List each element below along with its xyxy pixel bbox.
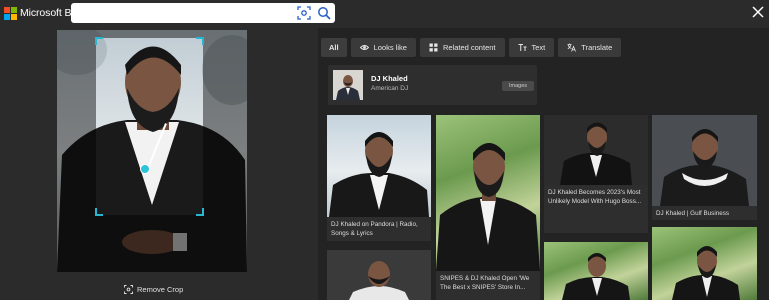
tab-label: Text [531,43,546,52]
search-icon[interactable] [317,6,331,20]
result-thumbnail [327,250,431,300]
entity-card[interactable]: DJ Khaled American DJ Images [328,65,537,105]
entity-name[interactable]: DJ Khaled [371,74,408,83]
object-hotspot-dot[interactable] [140,164,150,174]
result-thumbnail [327,115,431,217]
tab-text[interactable]: Text [508,38,555,57]
crop-mask-right [203,30,247,272]
result-caption[interactable]: DJ Khaled | Gulf Business [656,209,755,218]
query-image [57,30,247,272]
result-card[interactable] [544,242,648,300]
tab-label: Translate [581,43,613,52]
result-thumbnail [652,227,757,300]
result-card[interactable] [652,227,757,300]
result-card[interactable]: DJ Khaled on Pandora | Radio, Songs & Ly… [327,115,431,241]
entity-thumbnail [333,70,363,100]
results-pane: All Looks like Related content Text Tran… [318,28,769,300]
crop-handle-bottom-right[interactable] [196,208,204,216]
search-box[interactable] [71,3,335,23]
tab-label: Looks like [373,43,407,52]
crop-handle-top-left[interactable] [95,37,103,45]
tab-looks-like[interactable]: Looks like [350,38,416,57]
tab-all[interactable]: All [321,38,347,57]
grid-icon [429,43,438,52]
result-card[interactable]: DJ Khaled | Gulf Business [652,115,757,220]
query-image-pane: Remove Crop [0,28,304,300]
result-caption[interactable]: SNIPES & DJ Khaled Open 'We The Best x S… [440,274,538,292]
result-thumbnail [652,115,757,206]
header-bar: Microsoft Bing [0,0,769,28]
result-thumbnail [544,115,648,185]
result-card[interactable]: SNIPES & DJ Khaled Open 'We The Best x S… [436,115,540,300]
eye-icon [359,45,369,50]
tab-related-content[interactable]: Related content [419,38,505,57]
result-card[interactable]: DJ Khaled Becomes 2023's Most Unlikely M… [544,115,648,233]
translate-icon [567,43,577,52]
crop-handle-top-right[interactable] [196,37,204,45]
result-thumbnail [436,115,540,271]
crop-icon [124,285,133,294]
search-input[interactable] [77,6,287,20]
crop-mask-left [57,30,96,272]
microsoft-logo-icon [4,7,17,20]
remove-crop-button[interactable]: Remove Crop [124,285,183,294]
tab-translate[interactable]: Translate [558,38,622,57]
crop-mask-top [96,30,203,38]
crop-mask-bottom [96,215,203,272]
result-caption[interactable]: DJ Khaled on Pandora | Radio, Songs & Ly… [331,220,429,238]
crop-selection-box[interactable] [95,37,204,216]
crop-handle-bottom-left[interactable] [95,208,103,216]
result-tabs: All Looks like Related content Text Tran… [321,38,622,57]
text-icon [518,44,526,51]
result-card[interactable] [327,250,431,300]
images-button[interactable]: Images [502,81,534,91]
tab-label: All [329,43,339,52]
entity-description: American DJ [371,85,409,92]
close-icon[interactable] [750,4,766,20]
remove-crop-label: Remove Crop [137,285,184,294]
visual-search-icon[interactable] [297,6,311,20]
tab-label: Related content [442,43,496,52]
result-thumbnail [544,242,648,300]
result-caption[interactable]: DJ Khaled Becomes 2023's Most Unlikely M… [548,188,646,206]
